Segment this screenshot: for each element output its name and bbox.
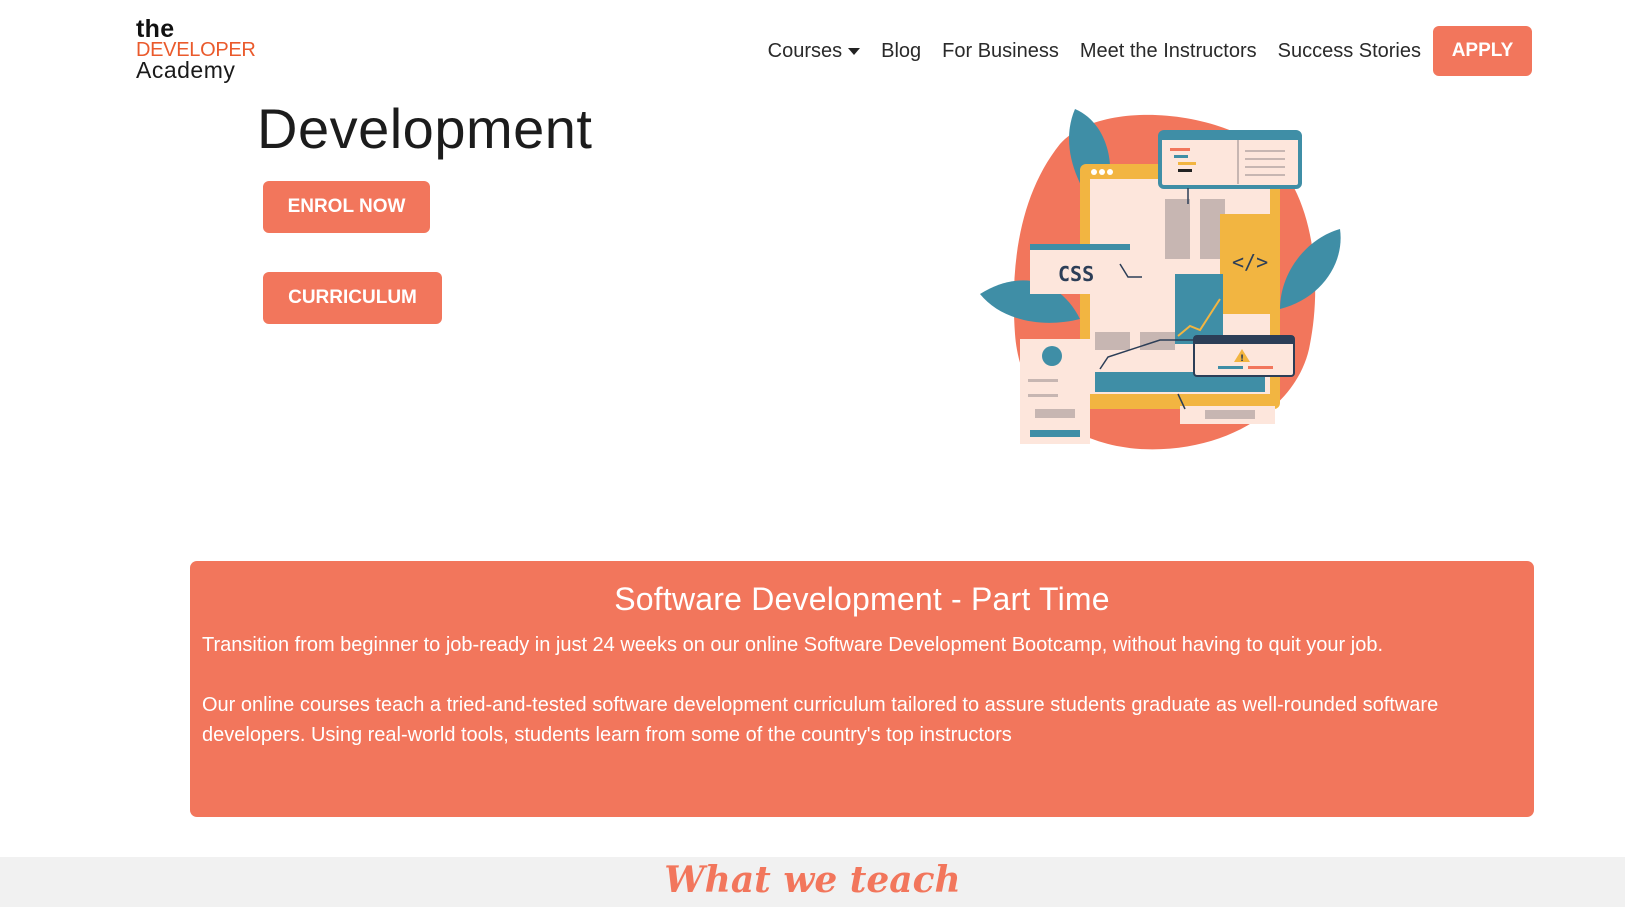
curriculum-button[interactable]: CURRICULUM: [263, 272, 442, 324]
what-we-teach-section: What we teach: [0, 857, 1625, 907]
course-description-2: Our online courses teach a tried-and-tes…: [202, 694, 1439, 746]
enrol-now-button[interactable]: ENROL NOW: [263, 181, 430, 233]
user-avatar-icon: [1042, 346, 1062, 366]
nav-blog[interactable]: Blog: [881, 40, 921, 63]
css-tag-text: CSS: [1058, 262, 1094, 286]
page: the DEVELOPER Academy Courses Blog For B…: [0, 0, 1625, 907]
nav-success-stories[interactable]: Success Stories: [1278, 40, 1421, 63]
logo[interactable]: the DEVELOPER Academy: [136, 17, 256, 82]
nav-courses-dropdown[interactable]: Courses: [767, 39, 861, 63]
caret-down-icon: [848, 47, 861, 55]
course-title: Software Development - Part Time: [614, 581, 1110, 617]
main-nav: Courses Blog For Business Meet the Instr…: [768, 26, 1532, 76]
course-info-card: Software Development - Part Time Transit…: [190, 561, 1534, 817]
apply-button[interactable]: APPLY: [1433, 26, 1532, 76]
logo-line-academy: Academy: [136, 57, 236, 83]
course-description-1: Transition from beginner to job-ready in…: [202, 634, 1384, 656]
what-we-teach-heading: What we teach: [664, 859, 961, 901]
nav-courses-label: Courses: [767, 39, 843, 62]
warning-glyph: !: [1240, 354, 1244, 364]
nav-for-business[interactable]: For Business: [942, 40, 1059, 63]
web-development-illustration: CSS </> !: [980, 109, 1341, 450]
nav-meet-instructors[interactable]: Meet the Instructors: [1080, 40, 1257, 63]
hero-title: Development: [257, 97, 593, 160]
code-bracket-text: </>: [1232, 250, 1268, 274]
